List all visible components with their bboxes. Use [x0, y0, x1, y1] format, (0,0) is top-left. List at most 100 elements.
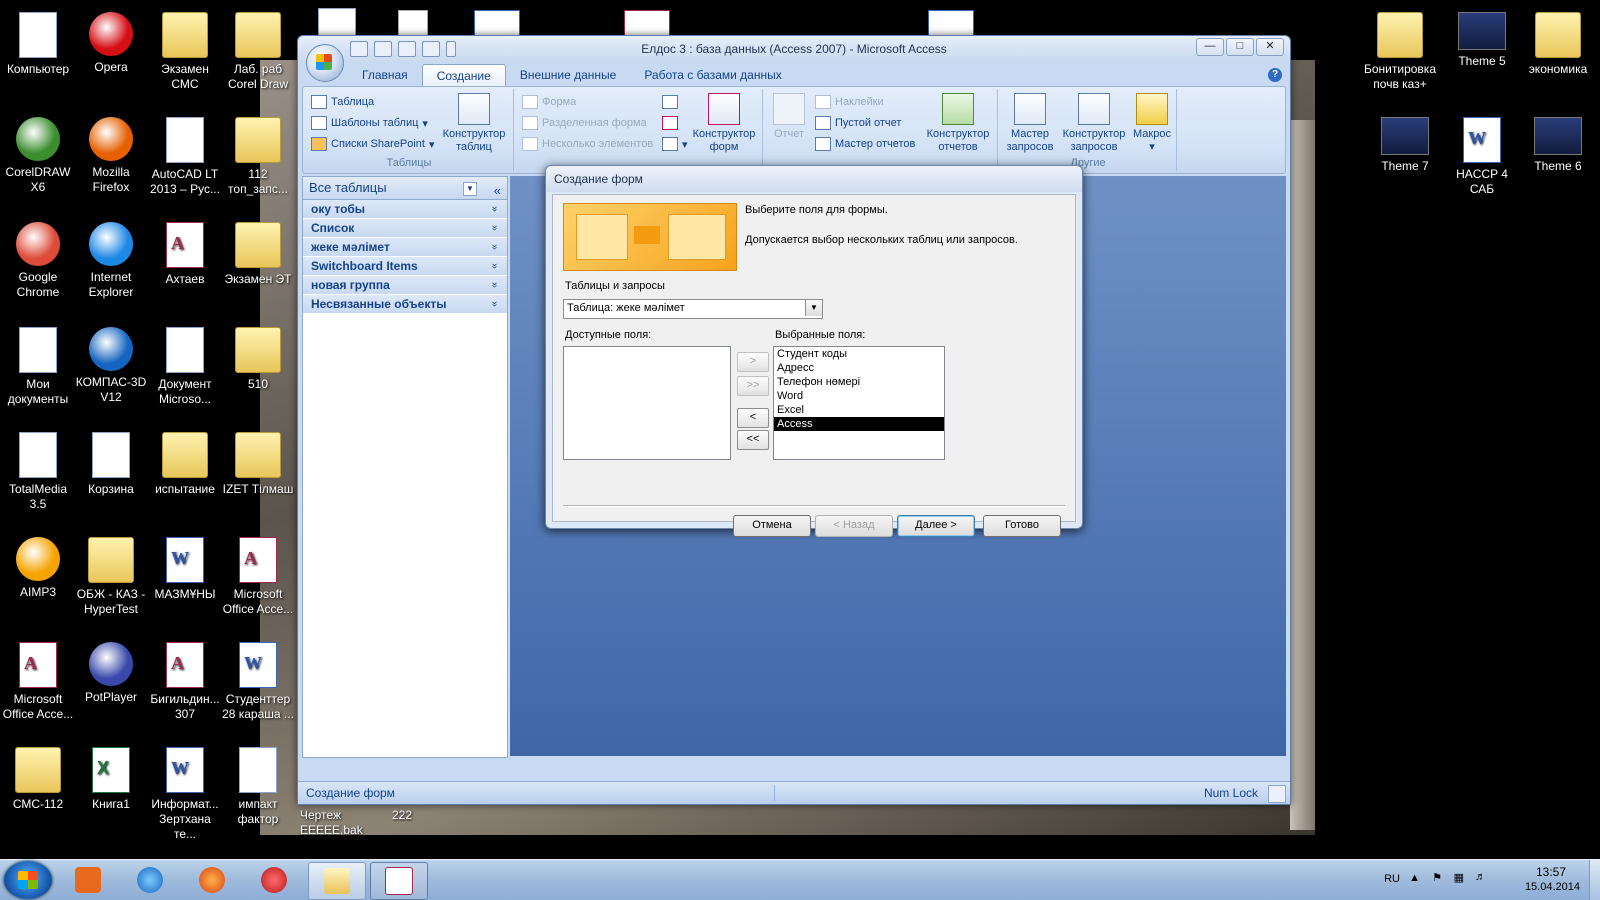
- desktop-icon[interactable]: Бигильдин... 307: [147, 638, 223, 722]
- language-indicator[interactable]: RU: [1384, 873, 1400, 885]
- taskbar-media-player[interactable]: [60, 862, 116, 898]
- nav-pane-header[interactable]: Все таблицы ▼ «: [303, 177, 507, 200]
- desktop-icon[interactable]: AutoCAD LT 2013 – Рус...: [147, 113, 223, 197]
- query-wizard-button[interactable]: Мастер запросов: [1002, 93, 1058, 154]
- nav-group[interactable]: новая группа »: [303, 276, 507, 295]
- desktop-icon[interactable]: 510: [220, 323, 296, 392]
- list-item[interactable]: Excel: [774, 403, 944, 417]
- desktop-icon[interactable]: Mozilla Firefox: [73, 113, 149, 195]
- remove-field-button[interactable]: <: [737, 408, 769, 428]
- desktop-icon[interactable]: PotPlayer: [73, 638, 149, 705]
- desktop-icon[interactable]: Internet Explorer: [73, 218, 149, 300]
- ribbon-tab[interactable]: Главная: [348, 64, 422, 86]
- finish-button[interactable]: Готово: [983, 515, 1061, 537]
- next-button[interactable]: Далее >: [897, 515, 975, 537]
- add-field-button[interactable]: >: [737, 352, 769, 372]
- minimize-button[interactable]: —: [1196, 38, 1224, 56]
- show-desktop-button[interactable]: [1589, 860, 1600, 900]
- desktop-icon[interactable]: CorelDRAW X6: [0, 113, 76, 195]
- desktop-icon[interactable]: IZET Тілмаш: [220, 428, 296, 497]
- query-designer-button[interactable]: Конструктор запросов: [1058, 93, 1130, 154]
- desktop-icon[interactable]: Theme 5: [1444, 8, 1520, 69]
- show-hidden-icons-icon[interactable]: ▲: [1409, 872, 1420, 884]
- available-fields-list[interactable]: [563, 346, 731, 460]
- desktop-icon[interactable]: ОБЖ - КАЗ - HyperTest: [73, 533, 149, 617]
- desktop-icon[interactable]: экономика: [1520, 8, 1596, 77]
- maximize-button[interactable]: □: [1226, 38, 1254, 56]
- chevron-down-icon[interactable]: ▼: [463, 182, 477, 196]
- desktop-icon[interactable]: Microsoft Office Acce...: [0, 638, 76, 722]
- blank-form-button[interactable]: [662, 116, 678, 130]
- desktop-icon[interactable]: Компьютер: [0, 8, 76, 77]
- office-button[interactable]: [306, 44, 344, 82]
- desktop-icon[interactable]: Theme 6: [1520, 113, 1596, 174]
- empty-report-button[interactable]: Пустой отчет: [815, 116, 901, 130]
- desktop-icon[interactable]: Корзина: [73, 428, 149, 497]
- desktop-icon[interactable]: HACCP 4 САБ: [1444, 113, 1520, 197]
- desktop-icon[interactable]: МАЗМҰНЫ: [147, 533, 223, 602]
- desktop-icon[interactable]: испытание: [147, 428, 223, 497]
- clock-date[interactable]: 15.04.2014: [1525, 881, 1580, 893]
- ribbon-tab[interactable]: Создание: [421, 64, 506, 86]
- desktop-icon[interactable]: Google Chrome: [0, 218, 76, 300]
- desktop-icon[interactable]: TotalMedia 3.5: [0, 428, 76, 512]
- cancel-button[interactable]: Отмена: [733, 515, 811, 537]
- desktop-icon[interactable]: Microsoft Office Acce...: [220, 533, 296, 617]
- desktop-icon[interactable]: Мои документы: [0, 323, 76, 407]
- desktop-icon[interactable]: Студенттер 28 караша ...: [220, 638, 296, 722]
- desktop-icon-222[interactable]: 222: [392, 808, 442, 823]
- taskbar-access[interactable]: [370, 862, 428, 900]
- chevron-down-icon[interactable]: »: [485, 244, 503, 250]
- remove-all-fields-button[interactable]: <<: [737, 430, 769, 450]
- taskbar-firefox[interactable]: [184, 862, 240, 898]
- list-item[interactable]: Word: [774, 389, 944, 403]
- desktop-icon[interactable]: Ахтаев: [147, 218, 223, 287]
- selected-fields-list[interactable]: Студент коды Адресс Телефон нөмері Word Exce…: [773, 346, 945, 460]
- desktop-icon[interactable]: Информат... Зертхана те...: [147, 743, 223, 842]
- desktop-icon[interactable]: импакт фактор: [220, 743, 296, 827]
- table-templates-button[interactable]: Шаблоны таблиц ▾: [311, 116, 428, 130]
- list-item[interactable]: Адресс: [774, 361, 944, 375]
- clock-time[interactable]: 13:57: [1536, 865, 1566, 879]
- form-designer-button[interactable]: Конструктор форм: [688, 93, 760, 154]
- report-wizard-button[interactable]: Мастер отчетов: [815, 137, 915, 151]
- access-file-icon[interactable]: [624, 10, 670, 36]
- ribbon-tab[interactable]: Работа с базами данных: [630, 64, 795, 86]
- form-button[interactable]: Форма: [522, 95, 576, 109]
- pivot-chart-button[interactable]: [662, 95, 678, 109]
- desktop-icon[interactable]: 112 топ_запс...: [220, 113, 296, 197]
- desktop-file-icon[interactable]: [398, 10, 428, 36]
- desktop-icon[interactable]: AIMP3: [0, 533, 76, 600]
- ribbon-tab[interactable]: Внешние данные: [506, 64, 631, 86]
- flag-icon[interactable]: ⚑: [1432, 871, 1442, 884]
- nav-group[interactable]: Несвязанные объекты »: [303, 295, 507, 314]
- desktop-icon[interactable]: Книга1: [73, 743, 149, 812]
- desktop-icon[interactable]: Лаб. раб Corel Draw: [220, 8, 296, 92]
- sharepoint-lists-button[interactable]: Списки SharePoint ▾: [311, 137, 435, 151]
- add-all-fields-button[interactable]: >>: [737, 376, 769, 396]
- desktop-icon[interactable]: Бонитировка почв каз+: [1362, 8, 1438, 92]
- chevron-down-icon[interactable]: »: [485, 206, 503, 212]
- desktop-icon[interactable]: Экзамен СМС: [147, 8, 223, 92]
- close-button[interactable]: ✕: [1256, 38, 1284, 56]
- multiple-items-button[interactable]: Несколько элементов: [522, 137, 653, 151]
- desktop-icon[interactable]: Документ Microso...: [147, 323, 223, 407]
- labels-button[interactable]: Наклейки: [815, 95, 884, 109]
- collapse-pane-icon[interactable]: «: [494, 180, 501, 202]
- table-button[interactable]: Таблица: [311, 95, 374, 109]
- macro-button[interactable]: Макрос ▾: [1130, 93, 1174, 154]
- help-icon[interactable]: ?: [1268, 68, 1282, 82]
- list-item[interactable]: Access: [774, 417, 944, 431]
- chevron-down-icon[interactable]: ▼: [805, 300, 822, 316]
- chevron-down-icon[interactable]: »: [485, 282, 503, 288]
- more-forms-button[interactable]: ▾: [662, 137, 688, 151]
- nav-group[interactable]: Switchboard Items »: [303, 257, 507, 276]
- word-file-icon[interactable]: [928, 10, 974, 36]
- list-item[interactable]: Телефон нөмері: [774, 375, 944, 389]
- word-file-icon[interactable]: [474, 10, 520, 36]
- desktop-icon[interactable]: КОМПАС-3D V12: [73, 323, 149, 405]
- taskbar-ie[interactable]: [122, 862, 178, 898]
- table-designer-button[interactable]: Конструктор таблиц: [439, 93, 509, 154]
- list-item[interactable]: Студент коды: [774, 347, 944, 361]
- desktop-file-icon[interactable]: [318, 8, 356, 36]
